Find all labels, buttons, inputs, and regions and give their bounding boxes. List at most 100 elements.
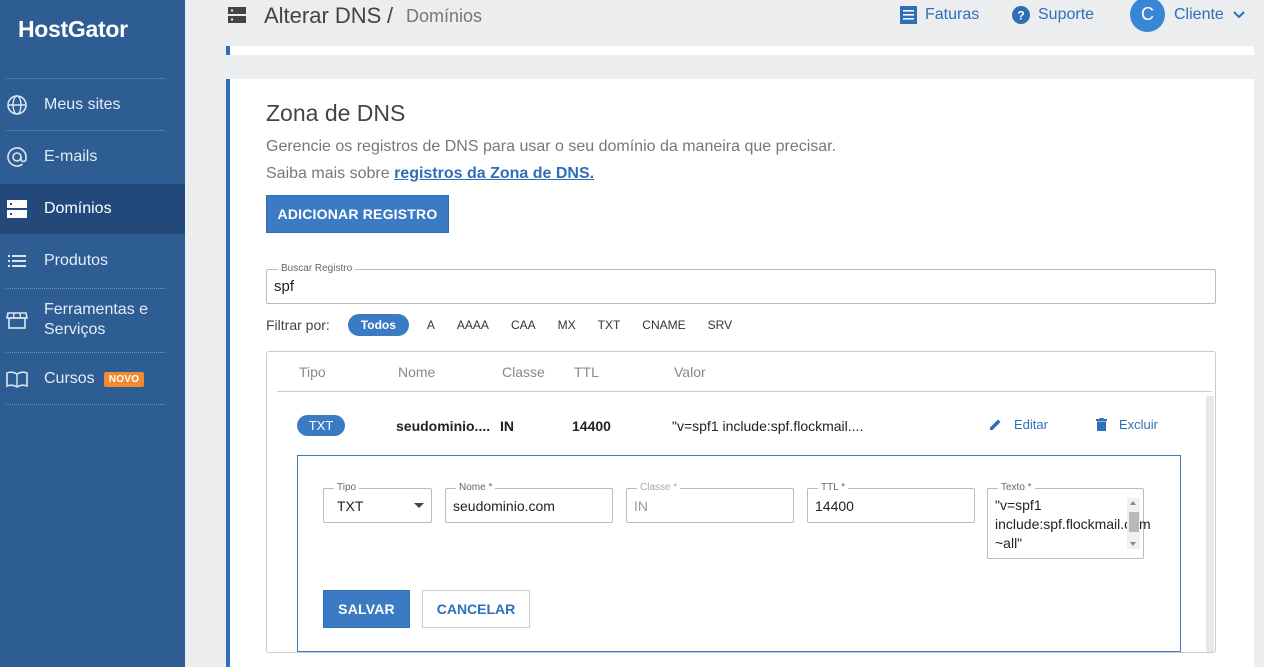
type-value: TXT <box>337 498 364 514</box>
sidebar-item-emails[interactable]: E-mails <box>0 134 185 180</box>
header-divider <box>277 391 1212 392</box>
name-label: Nome * <box>456 482 496 494</box>
delete-button[interactable]: Excluir <box>1096 417 1158 432</box>
type-select[interactable]: Tipo TXT <box>323 482 432 523</box>
save-button[interactable]: SALVAR <box>323 590 410 628</box>
top-bar: Alterar DNS / Domínios Faturas ? Suporte… <box>185 0 1264 46</box>
learn-more-text: Saiba mais sobre registros da Zona de DN… <box>266 165 594 183</box>
dns-zone-docs-link[interactable]: registros da Zona de DNS. <box>394 165 594 182</box>
filter-mx[interactable]: MX <box>558 318 576 332</box>
hostgator-logo[interactable]: HostGator <box>18 16 128 43</box>
ttl-value: 14400 <box>815 498 854 514</box>
scroll-down-icon[interactable] <box>1130 542 1136 546</box>
filter-cname[interactable]: CNAME <box>642 318 685 332</box>
store-icon <box>6 309 28 331</box>
column-header-ttl: TTL <box>574 364 599 380</box>
dropdown-caret-icon <box>414 503 424 508</box>
text-label: Texto * <box>998 482 1035 494</box>
column-header-valor: Valor <box>674 364 706 380</box>
sidebar-item-dominios[interactable]: Domínios <box>0 184 185 234</box>
table-scrollbar[interactable] <box>1206 396 1214 652</box>
text-field[interactable]: Texto * "v=spf1 include:spf.flockmail.co… <box>987 482 1151 559</box>
server-icon <box>6 198 28 220</box>
column-header-classe: Classe <box>502 364 545 380</box>
filter-todos[interactable]: Todos <box>347 314 409 336</box>
search-value: spf <box>274 278 295 295</box>
learn-more-prefix: Saiba mais sobre <box>266 165 395 182</box>
sidebar-item-label: Domínios <box>44 200 112 217</box>
type-label: Tipo <box>334 482 360 494</box>
server-icon <box>228 6 246 29</box>
breadcrumb-separator: / <box>387 3 394 28</box>
sidebar-item-label: Ferramentas e Serviços <box>44 301 149 338</box>
invoice-icon <box>900 6 917 24</box>
sidebar-item-meus-sites[interactable]: Meus sites <box>0 82 185 128</box>
invoices-label: Faturas <box>925 6 980 23</box>
divider <box>6 404 165 405</box>
record-value: "v=spf1 include:spf.flockmail.... <box>672 418 864 434</box>
scroll-up-icon[interactable] <box>1130 501 1136 505</box>
name-field[interactable]: Nome * seudominio.com <box>445 482 613 523</box>
help-icon: ? <box>1012 6 1030 24</box>
edit-label: Editar <box>1014 417 1048 432</box>
section-description: Gerencie os registros de DNS para usar o… <box>266 138 837 155</box>
globe-icon <box>6 94 28 116</box>
support-label: Suporte <box>1038 6 1095 23</box>
column-header-tipo: Tipo <box>299 364 326 380</box>
sidebar-item-label: Produtos <box>44 252 109 269</box>
record-type-badge: TXT <box>297 415 345 436</box>
dns-zone-card: Zona de DNS Gerencie os registros de DNS… <box>226 79 1254 667</box>
filter-bar: Filtrar por: Todos A AAAA CAA MX TXT CNA… <box>266 314 732 336</box>
edit-record-form: Tipo TXT Nome * seudominio.com Classe * … <box>297 455 1181 652</box>
delete-label: Excluir <box>1119 417 1159 432</box>
sidebar-item-ferramentas[interactable]: Ferramentas e Serviços <box>0 292 185 348</box>
trash-icon <box>1096 418 1107 431</box>
sidebar-item-produtos[interactable]: Produtos <box>0 238 185 284</box>
class-label: Classe * <box>637 482 681 494</box>
sidebar: HostGator Meus sites E-mails Domínios Pr… <box>0 0 185 667</box>
textarea-scrollbar[interactable] <box>1127 498 1140 549</box>
dns-records-table: Tipo Nome Classe TTL Valor TXT seudomini… <box>266 351 1216 653</box>
new-badge: NOVO <box>103 371 145 387</box>
divider <box>6 130 165 131</box>
support-link[interactable]: ? Suporte <box>1012 6 1094 24</box>
filter-label: Filtrar por: <box>266 317 330 333</box>
sidebar-item-label: E-mails <box>44 148 98 165</box>
filter-txt[interactable]: TXT <box>598 318 621 332</box>
chevron-down-icon <box>1233 10 1245 18</box>
filter-srv[interactable]: SRV <box>708 318 732 332</box>
search-label: Buscar Registro <box>278 263 356 275</box>
ttl-label: TTL * <box>818 482 849 494</box>
edit-button[interactable]: Editar <box>989 417 1048 432</box>
scroll-thumb[interactable] <box>1129 512 1139 532</box>
filter-a[interactable]: A <box>427 318 435 332</box>
at-icon <box>6 146 28 168</box>
divider <box>6 78 165 79</box>
filter-caa[interactable]: CAA <box>511 318 536 332</box>
breadcrumb[interactable]: Domínios <box>406 6 482 27</box>
text-value: "v=spf1 include:spf.flockmail.com ~all" <box>995 497 1151 551</box>
pencil-icon <box>990 419 1001 430</box>
avatar: C <box>1130 0 1165 32</box>
sidebar-item-label: Cursos <box>44 370 95 387</box>
book-icon <box>6 368 28 390</box>
record-ttl: 14400 <box>572 418 611 434</box>
sidebar-item-label: Meus sites <box>44 96 121 113</box>
client-label: Cliente <box>1174 5 1224 23</box>
sidebar-item-cursos[interactable]: Cursos NOVO <box>0 356 185 402</box>
ttl-field[interactable]: TTL * 14400 <box>807 482 975 523</box>
divider <box>6 288 165 289</box>
client-menu[interactable]: C Cliente <box>1130 0 1246 32</box>
search-input[interactable]: Buscar Registro spf <box>266 263 1216 304</box>
svg-text:?: ? <box>1017 9 1024 23</box>
add-record-button[interactable]: ADICIONAR REGISTRO <box>266 195 449 233</box>
cancel-button[interactable]: CANCELAR <box>422 590 530 628</box>
name-value: seudominio.com <box>453 498 555 514</box>
column-header-nome: Nome <box>398 364 436 380</box>
invoices-link[interactable]: Faturas <box>900 6 979 24</box>
divider <box>6 352 165 353</box>
section-title: Zona de DNS <box>266 100 406 126</box>
header-card-strip <box>226 46 1254 55</box>
filter-aaaa[interactable]: AAAA <box>457 318 489 332</box>
page-title: Alterar DNS <box>264 3 382 28</box>
